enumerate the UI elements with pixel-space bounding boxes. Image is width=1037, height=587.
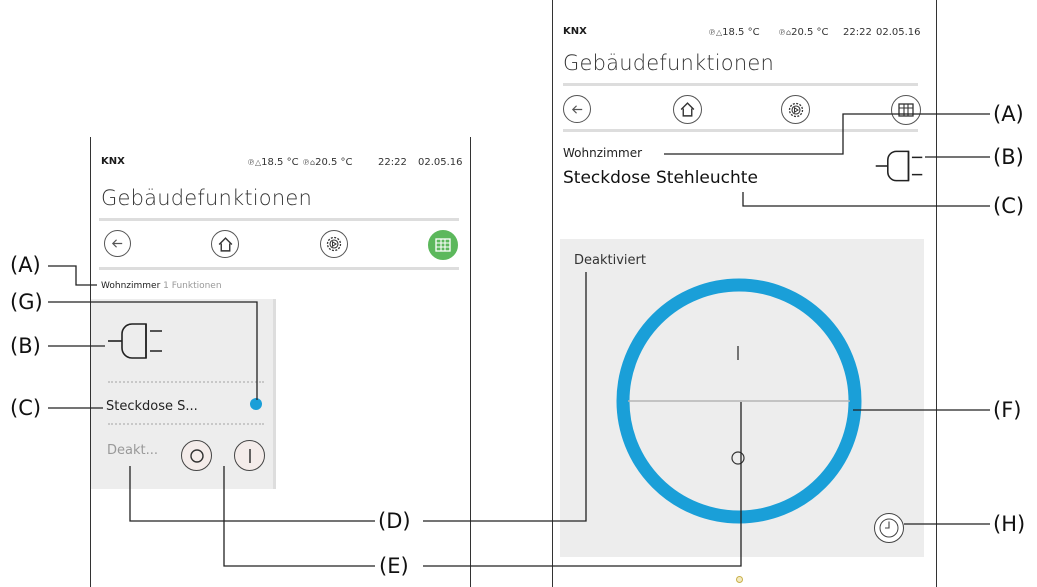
callout-d: (D) <box>378 509 411 533</box>
callout-lines <box>48 113 990 567</box>
callout-f-right: (F) <box>993 398 1022 422</box>
callout-b-right: (B) <box>993 145 1024 169</box>
callout-b-left: (B) <box>10 334 41 358</box>
callout-c-right: (C) <box>993 194 1025 218</box>
callout-e: (E) <box>379 554 409 578</box>
callout-h-right: (H) <box>993 512 1026 536</box>
callout-a-right: (A) <box>993 102 1024 126</box>
callout-a-left: (A) <box>10 253 41 277</box>
callout-g-left: (G) <box>10 290 43 314</box>
callout-c-left: (C) <box>10 396 42 420</box>
